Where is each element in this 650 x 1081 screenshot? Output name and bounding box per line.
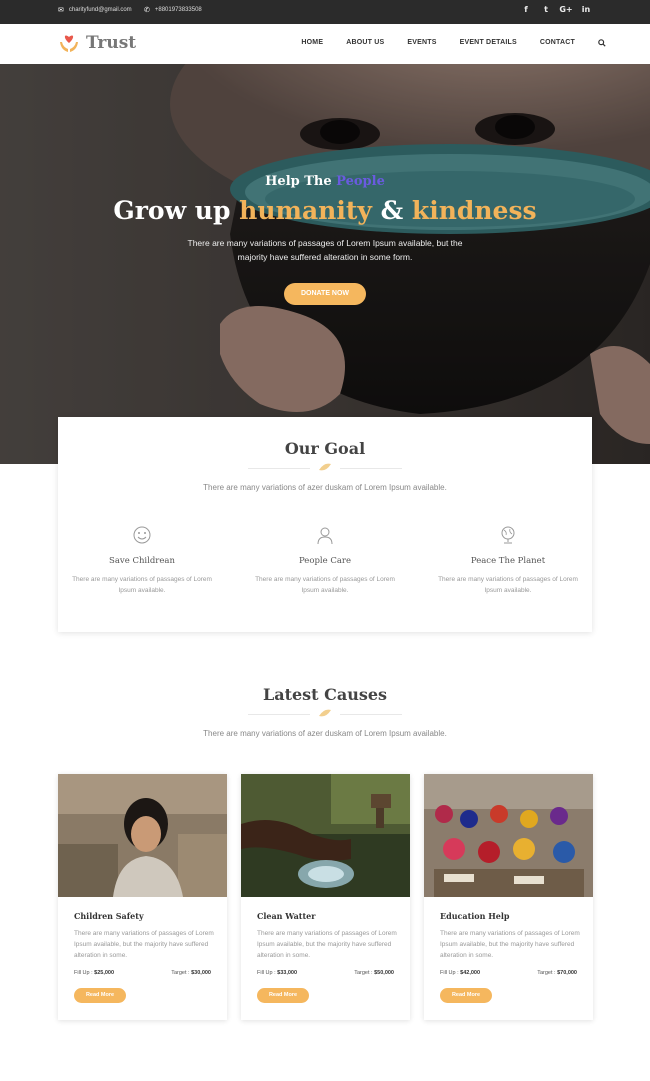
top-bar: ✉ charityfund@gmail.com ✆ +8801973833508…	[0, 0, 650, 24]
hero-title: Grow up humanity & kindness	[113, 196, 537, 225]
phone-contact[interactable]: ✆ +8801973833508	[144, 6, 202, 14]
goal-item-title: Peace The Planet	[470, 556, 546, 566]
title-divider-right	[340, 714, 402, 715]
fill-up: Fill Up : $25,000	[74, 970, 115, 976]
smiley-icon	[133, 526, 151, 544]
read-more-button[interactable]: Read More	[74, 988, 126, 1003]
goal-item-text: There are many variations of passages of…	[438, 576, 578, 594]
goal-item-title: People Care	[298, 556, 352, 566]
twitter-icon[interactable]: t	[536, 5, 556, 14]
hero-banner: Help The People Grow up humanity & kindn…	[0, 64, 650, 464]
cause-image	[424, 774, 593, 897]
cause-card-children-safety: Children Safety There are many variation…	[58, 774, 227, 1020]
hero-background-image	[0, 64, 650, 464]
nav-events[interactable]: EVENTS	[407, 39, 436, 47]
hero-subtitle: Help The People	[265, 174, 385, 189]
goal-title: Our Goal	[284, 439, 366, 458]
brand-name: Trust	[86, 33, 137, 53]
cause-text: There are many variations of passages of…	[257, 930, 397, 959]
leaf-ornament-icon	[319, 463, 331, 471]
person-icon	[317, 527, 333, 545]
title-divider-left	[248, 714, 310, 715]
cause-title: Education Help	[440, 911, 510, 921]
email-text: charityfund@gmail.com	[68, 7, 132, 13]
hero-description: There are many variations of passages of…	[187, 238, 463, 262]
fill-up: Fill Up : $42,000	[440, 970, 481, 976]
cause-image	[241, 774, 410, 897]
title-divider-right	[340, 468, 402, 469]
cause-title: Clean Watter	[257, 911, 316, 921]
cause-title: Children Safety	[74, 911, 144, 921]
cause-text: There are many variations of passages of…	[440, 930, 580, 959]
social-links: f t G+ in	[516, 5, 596, 14]
envelope-icon: ✉	[58, 7, 64, 14]
phone-icon: ✆	[144, 7, 150, 14]
target: Target : $70,000	[537, 970, 577, 976]
email-contact[interactable]: ✉ charityfund@gmail.com	[58, 6, 132, 14]
title-divider-left	[248, 468, 310, 469]
hero-subtitle-accent: People	[336, 174, 385, 189]
read-more-button[interactable]: Read More	[257, 988, 309, 1003]
linkedin-icon[interactable]: in	[576, 5, 596, 14]
read-more-button[interactable]: Read More	[440, 988, 492, 1003]
cause-text: There are many variations of passages of…	[74, 930, 214, 959]
facebook-icon[interactable]: f	[516, 5, 536, 14]
globe-icon	[501, 526, 515, 544]
target: Target : $50,000	[354, 970, 394, 976]
target: Target : $30,000	[171, 970, 211, 976]
goal-item-peace-planet: Peace The Planet There are many variatio…	[438, 525, 578, 596]
nav-about-us[interactable]: ABOUT US	[346, 39, 384, 47]
leaf-ornament-icon	[319, 709, 331, 717]
nav-home[interactable]: HOME	[301, 39, 323, 47]
nav-menu: HOME ABOUT US EVENTS EVENT DETAILS CONTA…	[301, 39, 606, 47]
main-navbar: Trust HOME ABOUT US EVENTS EVENT DETAILS…	[0, 24, 650, 64]
goal-item-text: There are many variations of passages of…	[255, 576, 395, 594]
cause-image	[58, 774, 227, 897]
cause-card-clean-water: Clean Watter There are many variations o…	[241, 774, 410, 1020]
logo[interactable]: Trust	[58, 32, 136, 54]
cause-card-education-help: Education Help There are many variations…	[424, 774, 593, 1020]
nav-contact[interactable]: CONTACT	[540, 39, 575, 47]
latest-causes-header: Latest Causes There are many variations …	[0, 683, 650, 743]
causes-title: Latest Causes	[262, 685, 388, 704]
donate-now-button[interactable]: DONATE NOW	[284, 283, 366, 305]
goal-item-save-children: Save Childrean There are many variations…	[72, 525, 212, 596]
goal-item-text: There are many variations of passages of…	[72, 576, 212, 594]
google-plus-icon[interactable]: G+	[556, 5, 576, 14]
search-icon[interactable]	[598, 39, 606, 47]
nav-event-details[interactable]: EVENT DETAILS	[460, 39, 517, 47]
phone-text: +8801973833508	[154, 7, 202, 13]
heart-hands-icon	[60, 35, 78, 52]
goal-item-people-care: People Care There are many variations of…	[255, 525, 395, 596]
goal-subtitle: There are many variations of azer duskam…	[203, 483, 447, 492]
our-goal-section: Our Goal There are many variations of az…	[58, 417, 592, 632]
goal-item-title: Save Childrean	[109, 556, 175, 566]
causes-subtitle: There are many variations of azer duskam…	[203, 729, 447, 738]
fill-up: Fill Up : $33,000	[257, 970, 298, 976]
